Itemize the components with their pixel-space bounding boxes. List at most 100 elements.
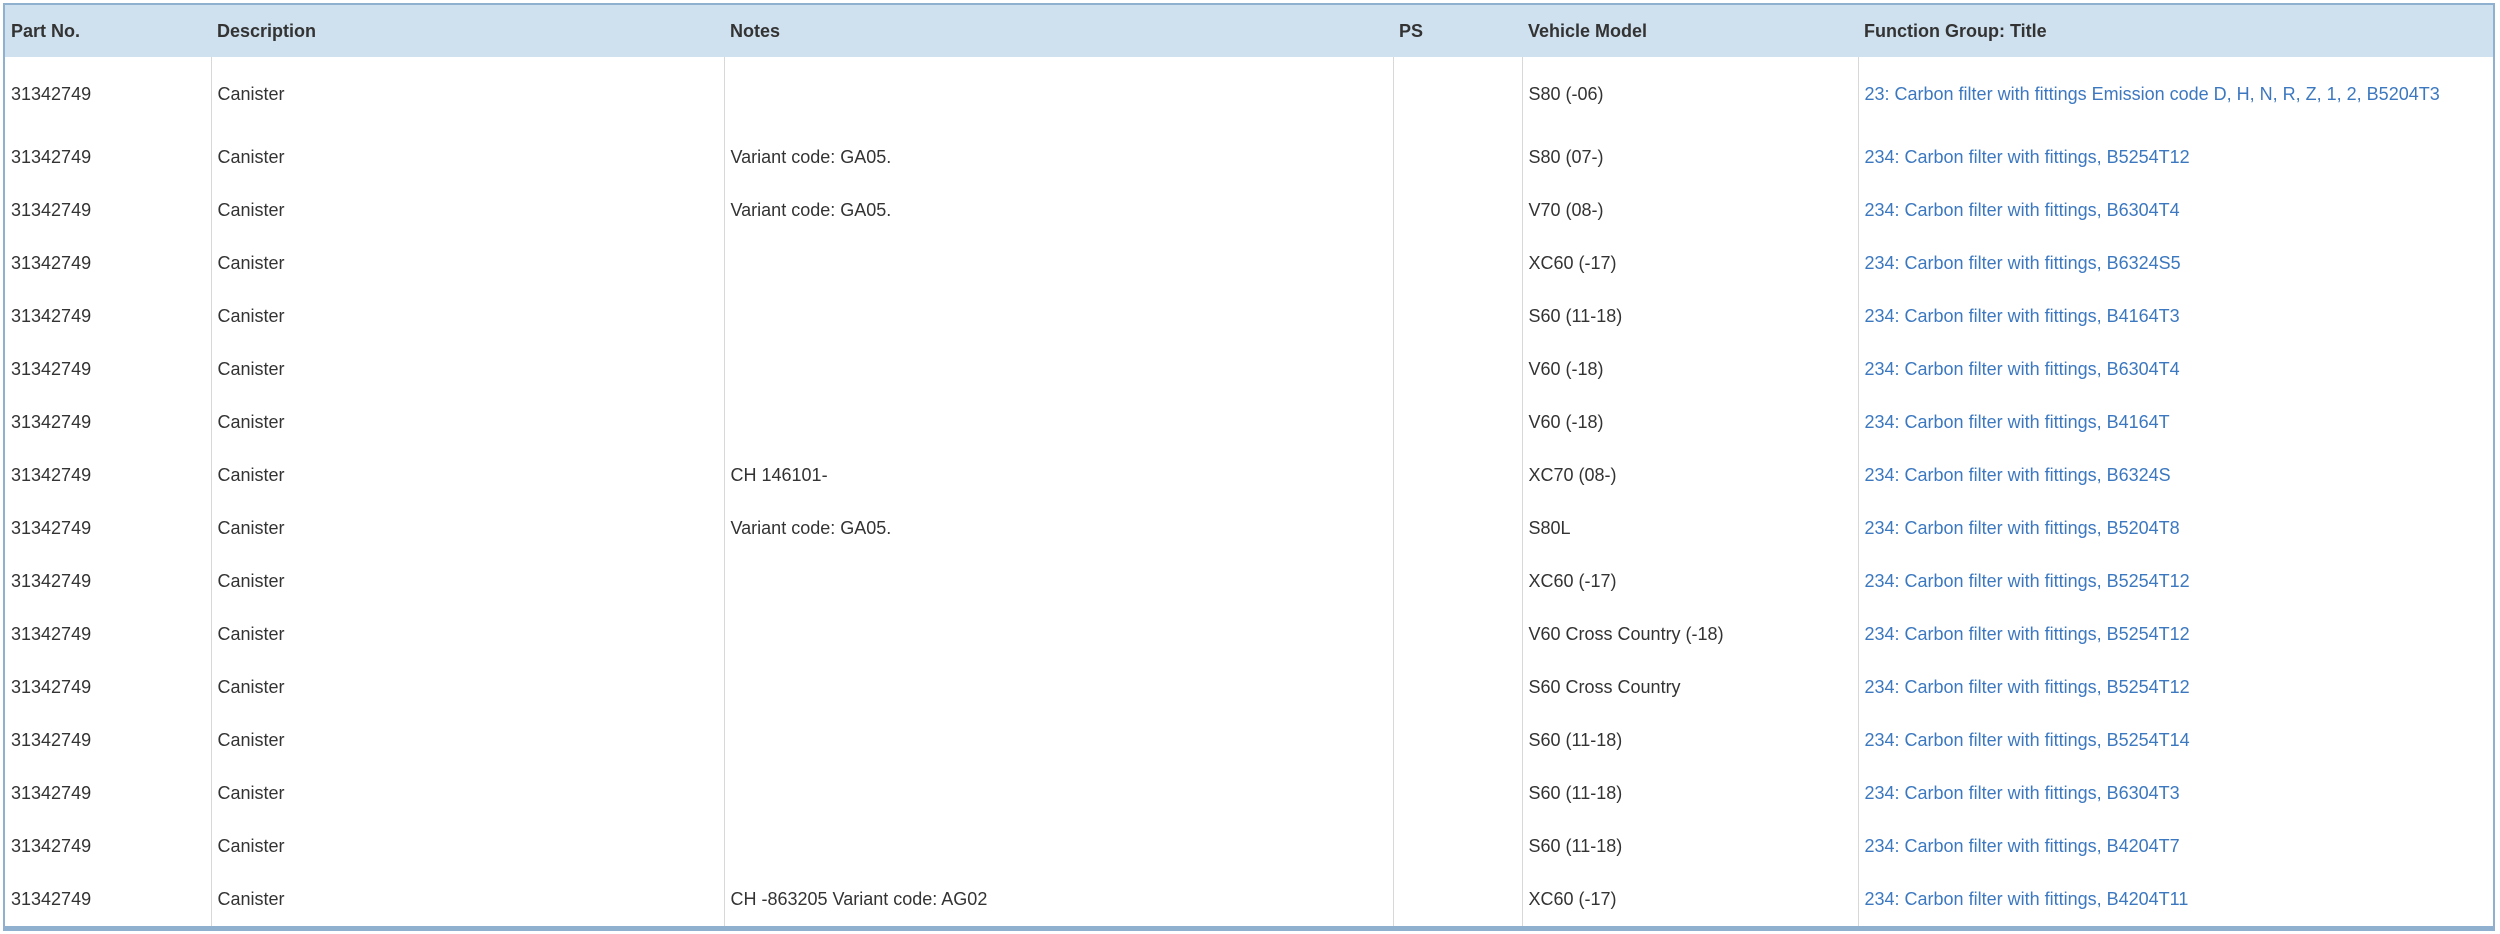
function-group-link[interactable]: 234: Carbon filter with fittings, B6304T… [1865,200,2180,220]
cell-vehicle-model: V60 Cross Country (-18) [1521,608,1858,661]
cell-notes: CH -863205 Variant code: AG02 [723,873,1393,929]
table-row[interactable]: 31342749 Canister S60 (11-18) 234: Carbon f… [5,820,2493,873]
cell-description: Canister [210,131,724,184]
function-group-link[interactable]: 234: Carbon filter with fittings, B6324S [1865,465,2171,485]
cell-function-group: 234: Carbon filter with fittings, B6304T… [1857,767,2493,820]
cell-vehicle-model: V60 (-18) [1521,396,1858,449]
cell-notes: CH 146101- [723,449,1393,502]
cell-vehicle-model: S60 Cross Country [1521,661,1858,714]
cell-description: Canister [210,502,724,555]
cell-description: Canister [210,608,724,661]
cell-part-no: 31342749 [11,359,92,379]
cell-part-no: 31342749 [11,518,92,538]
header-vehicle-model: Vehicle Model [1522,5,1858,57]
cell-notes: Variant code: GA05. [723,502,1393,555]
cell-ps [1392,820,1522,873]
cell-ps [1392,661,1522,714]
table-row[interactable]: 31342749 Canister S60 (11-18) 234: Carbon f… [5,767,2493,820]
table-row[interactable]: 31342749 Canister XC60 (-17) 234: Carbon fi… [5,555,2493,608]
table-row[interactable]: 31342749 Canister CH 146101- XC70 (08-) 234:… [5,449,2493,502]
cell-description: Canister [210,343,724,396]
function-group-link[interactable]: 234: Carbon filter with fittings, B5204T… [1865,518,2180,538]
cell-notes: Variant code: GA05. [723,131,1393,184]
cell-vehicle-model: S60 (11-18) [1521,767,1858,820]
cell-notes [723,290,1393,343]
cell-description: Canister [210,873,724,929]
cell-part-no: 31342749 [11,730,92,750]
table-row[interactable]: 31342749 Canister CH -863205 Variant code:… [5,873,2493,929]
cell-vehicle-model: S60 (11-18) [1521,820,1858,873]
function-group-link[interactable]: 234: Carbon filter with fittings, B6304T… [1865,359,2180,379]
cell-description: Canister [210,237,724,290]
cell-vehicle-model: S80 (07-) [1521,131,1858,184]
cell-function-group: 234: Carbon filter with fittings, B6304T… [1857,184,2493,237]
function-group-link[interactable]: 23: Carbon filter with fittings Emission… [1865,84,2440,104]
cell-description: Canister [210,184,724,237]
table-row[interactable]: 31342749 Canister XC60 (-17) 234: Carbon fi… [5,237,2493,290]
cell-vehicle-model: S60 (11-18) [1521,714,1858,767]
cell-ps [1392,608,1522,661]
table-row[interactable]: 31342749 Canister S60 (11-18) 234: Carbon f… [5,714,2493,767]
table-row[interactable]: 31342749 Canister V60 (-18) 234: Carbon fil… [5,396,2493,449]
cell-notes [723,343,1393,396]
cell-function-group: 234: Carbon filter with fittings, B6304T… [1857,343,2493,396]
function-group-link[interactable]: 234: Carbon filter with fittings, B5254T… [1865,147,2190,167]
function-group-link[interactable]: 234: Carbon filter with fittings, B5254T… [1865,624,2190,644]
table-row[interactable]: 31342749 Canister S60 Cross Country 234: Ca… [5,661,2493,714]
header-ps: PS [1393,5,1522,57]
cell-function-group: 234: Carbon filter with fittings, B5254T… [1857,661,2493,714]
cell-description: Canister [210,767,724,820]
function-group-link[interactable]: 234: Carbon filter with fittings, B6304T… [1865,783,2180,803]
function-group-link[interactable]: 234: Carbon filter with fittings, B5254T… [1865,571,2190,591]
table-row[interactable]: 31342749 Canister Variant code: GA05. V70 (… [5,184,2493,237]
cell-description: Canister [210,290,724,343]
function-group-link[interactable]: 234: Carbon filter with fittings, B5254T… [1865,730,2190,750]
header-function-group: Function Group: Title [1858,5,2493,57]
cell-ps [1392,396,1522,449]
cell-description: Canister [210,57,724,131]
cell-function-group: 234: Carbon filter with fittings, B6324S… [1857,237,2493,290]
cell-function-group: 234: Carbon filter with fittings, B5204T… [1857,502,2493,555]
cell-ps [1392,767,1522,820]
cell-part-no: 31342749 [11,253,92,273]
cell-function-group: 234: Carbon filter with fittings, B6324S [1857,449,2493,502]
cell-ps [1392,449,1522,502]
table-row[interactable]: 31342749 Canister S60 (11-18) 234: Carbon f… [5,290,2493,343]
function-group-link[interactable]: 234: Carbon filter with fittings, B6324S… [1865,253,2181,273]
cell-notes [723,555,1393,608]
cell-notes [723,608,1393,661]
cell-part-no: 31342749 [11,147,92,167]
table-row[interactable]: 31342749 Canister S80 (-06) 23: Carbon filt… [5,57,2493,131]
table-row[interactable]: 31342749 Canister Variant code: GA05. S80L 2… [5,502,2493,555]
cell-function-group: 234: Carbon filter with fittings, B4204T… [1857,820,2493,873]
function-group-link[interactable]: 234: Carbon filter with fittings, B5254T… [1865,677,2190,697]
cell-ps [1392,184,1522,237]
cell-notes: Variant code: GA05. [723,184,1393,237]
function-group-link[interactable]: 234: Carbon filter with fittings, B4164T [1865,412,2170,432]
table-row[interactable]: 31342749 Canister Variant code: GA05. S80 (… [5,131,2493,184]
table-row[interactable]: 31342749 Canister V60 Cross Country (-18) 2… [5,608,2493,661]
cell-function-group: 23: Carbon filter with fittings Emission… [1857,57,2493,131]
cell-ps [1392,57,1522,131]
cell-vehicle-model: XC70 (08-) [1521,449,1858,502]
cell-description: Canister [210,661,724,714]
cell-notes [723,820,1393,873]
cell-vehicle-model: XC60 (-17) [1521,237,1858,290]
cell-vehicle-model: XC60 (-17) [1521,555,1858,608]
function-group-link[interactable]: 234: Carbon filter with fittings, B4204T… [1865,836,2180,856]
function-group-link[interactable]: 234: Carbon filter with fittings, B4164T… [1865,306,2180,326]
cell-notes [723,661,1393,714]
cell-ps [1392,290,1522,343]
parts-table: Part No. Description Notes PS Vehicle Mo… [5,5,2493,929]
cell-vehicle-model: V60 (-18) [1521,343,1858,396]
cell-function-group: 234: Carbon filter with fittings, B5254T… [1857,608,2493,661]
cell-vehicle-model: V70 (08-) [1521,184,1858,237]
header-description: Description [211,5,724,57]
table-row[interactable]: 31342749 Canister V60 (-18) 234: Carbon fil… [5,343,2493,396]
cell-notes [723,767,1393,820]
cell-vehicle-model: S60 (11-18) [1521,290,1858,343]
header-part-no: Part No. [5,5,211,57]
function-group-link[interactable]: 234: Carbon filter with fittings, B4204T… [1865,889,2189,909]
cell-function-group: 234: Carbon filter with fittings, B4164T [1857,396,2493,449]
cell-function-group: 234: Carbon filter with fittings, B4164T… [1857,290,2493,343]
